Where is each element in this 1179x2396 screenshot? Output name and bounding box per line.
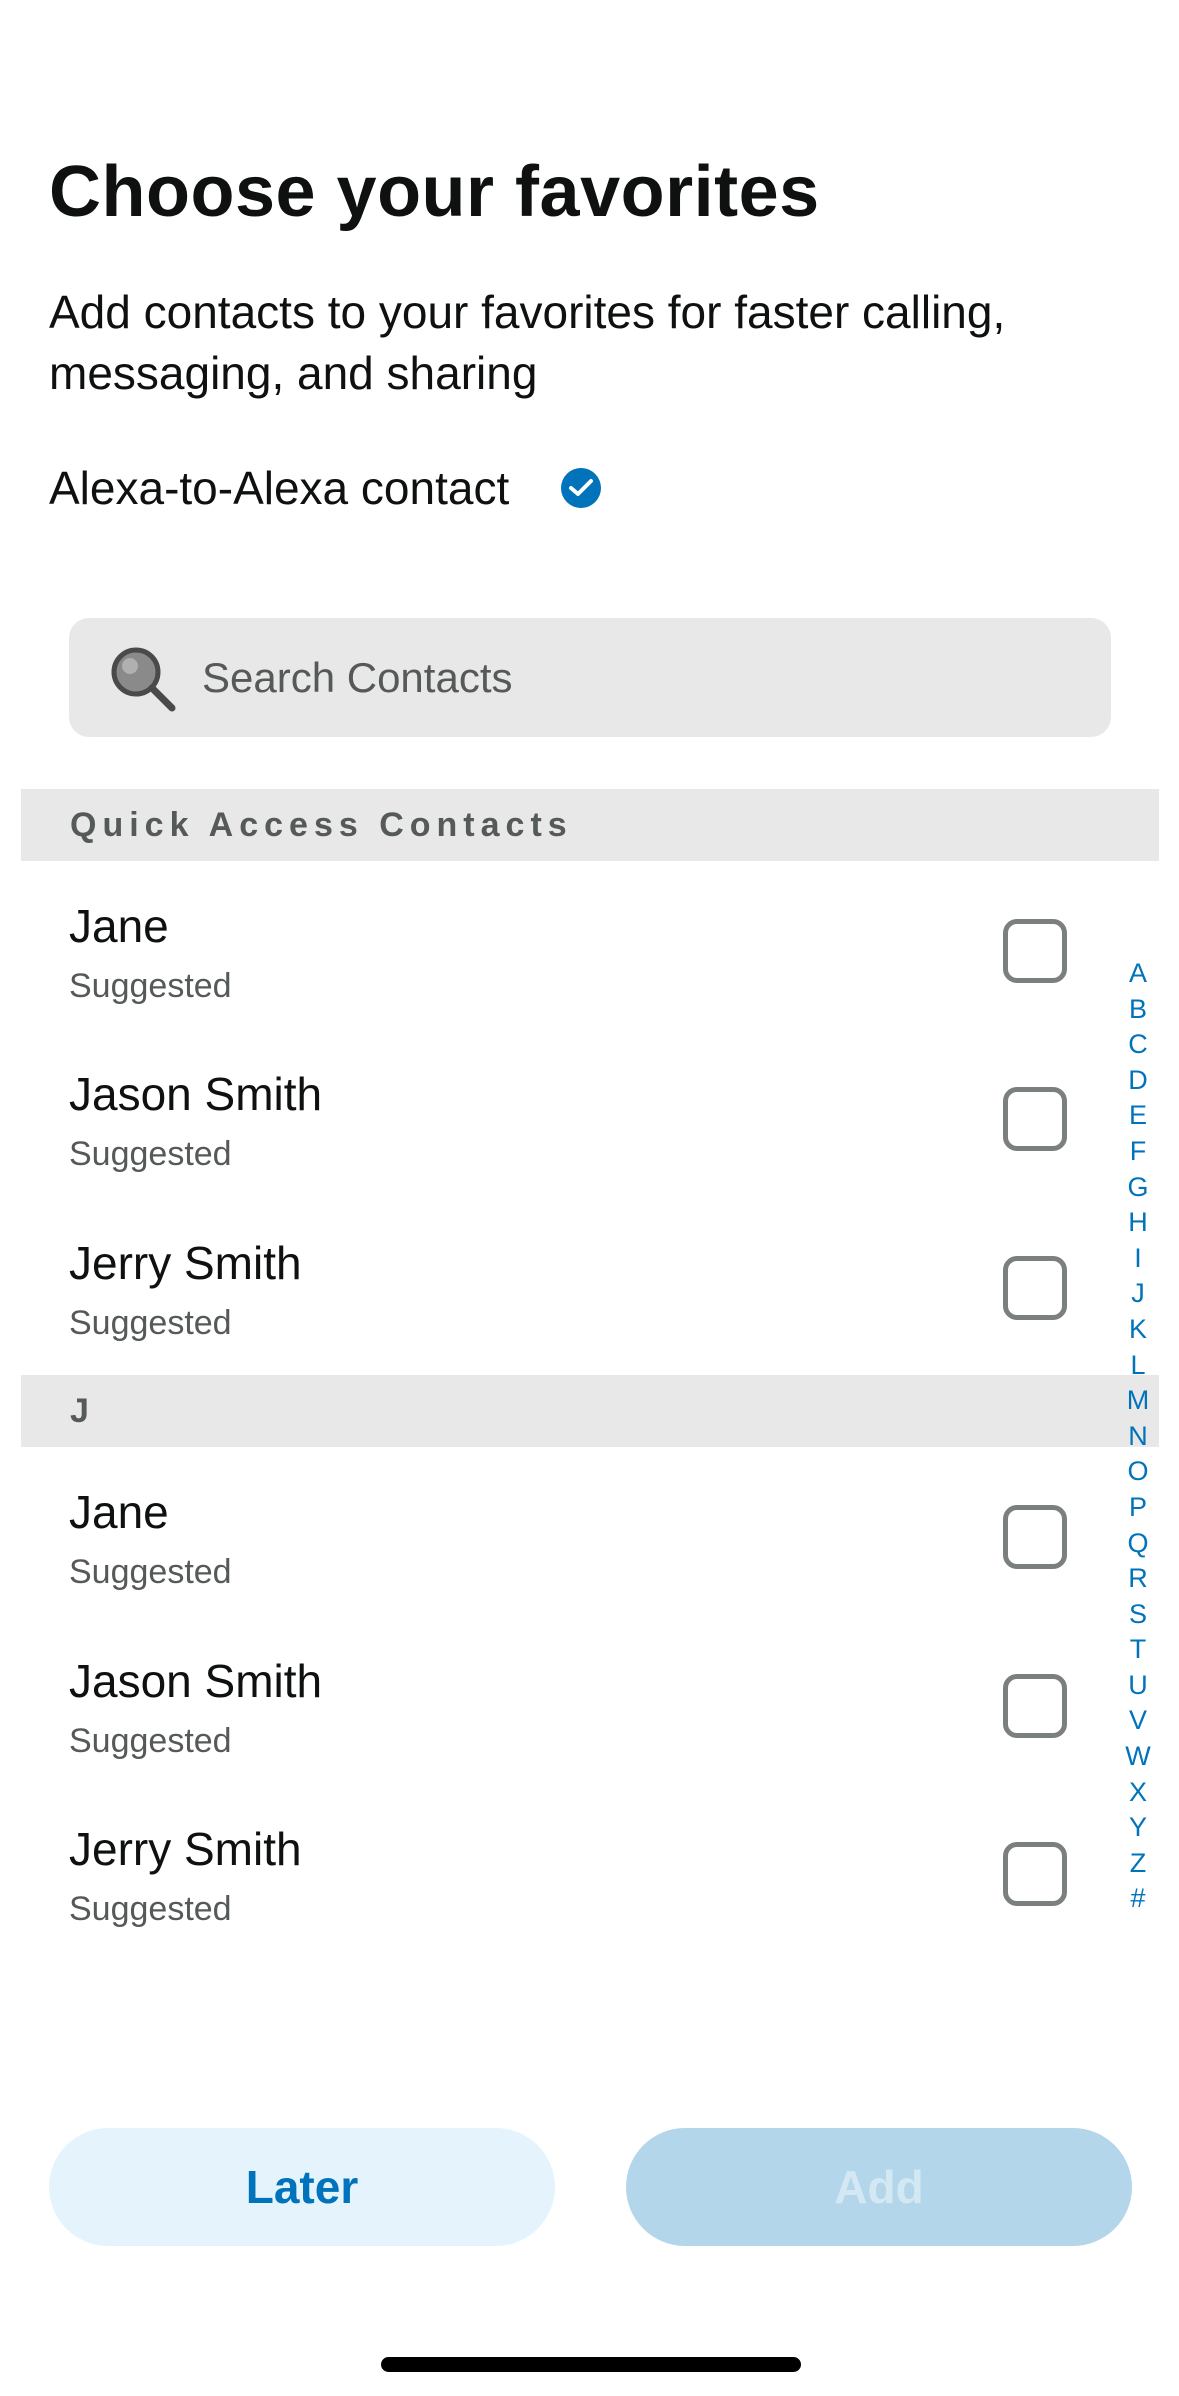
home-indicator [381, 2357, 801, 2372]
alpha-index-letter[interactable]: W [1125, 1739, 1150, 1775]
contact-subtitle: Suggested [69, 1722, 232, 1760]
alpha-index-letter[interactable]: C [1128, 1027, 1148, 1063]
contact-row[interactable]: Jason Smith Suggested [0, 1624, 1100, 1792]
alpha-index-letter[interactable]: U [1128, 1668, 1148, 1704]
alpha-index-letter[interactable]: X [1129, 1775, 1147, 1811]
alpha-index-letter[interactable]: I [1134, 1241, 1142, 1277]
alpha-index-letter[interactable]: R [1128, 1561, 1148, 1597]
alpha-index-letter[interactable]: B [1129, 992, 1147, 1028]
alpha-index-letter[interactable]: S [1129, 1597, 1147, 1633]
alpha-index-letter[interactable]: L [1130, 1348, 1145, 1384]
alpha-index-letter[interactable]: D [1128, 1063, 1148, 1099]
contact-name: Jason Smith [69, 1068, 323, 1120]
alpha-index-letter[interactable]: J [1131, 1276, 1145, 1312]
page-subtitle: Add contacts to your favorites for faste… [49, 286, 1006, 399]
contact-subtitle: Suggested [69, 967, 232, 1005]
contact-name: Jerry Smith [69, 1823, 302, 1875]
contact-subtitle: Suggested [69, 1553, 232, 1591]
alpha-index-letter[interactable]: Y [1129, 1810, 1147, 1846]
section-header-quick-access: Quick Access Contacts [21, 789, 1159, 861]
contact-checkbox[interactable] [1003, 919, 1067, 983]
check-circle-icon [561, 468, 602, 508]
alpha-index-letter[interactable]: E [1129, 1098, 1147, 1134]
contact-row[interactable]: Jerry Smith Suggested [0, 1792, 1100, 1960]
alpha-index-letter[interactable]: K [1129, 1312, 1147, 1348]
page-title: Choose your favorites [49, 152, 820, 232]
alpha-index-letter[interactable]: V [1129, 1703, 1147, 1739]
section-header-j: J [21, 1375, 1159, 1447]
contact-row[interactable]: Jason Smith Suggested [0, 1037, 1100, 1205]
contact-name: Jane [69, 900, 169, 952]
alpha-index-letter[interactable]: # [1130, 1881, 1145, 1917]
contact-name: Jerry Smith [69, 1237, 302, 1289]
contact-name: Jason Smith [69, 1655, 323, 1707]
contact-checkbox[interactable] [1003, 1505, 1067, 1569]
section-header-label: Quick Access Contacts [70, 805, 573, 844]
alpha-index-letter[interactable]: M [1127, 1383, 1150, 1419]
search-bar[interactable] [69, 618, 1111, 737]
contact-row[interactable]: Jerry Smith Suggested [0, 1206, 1100, 1374]
contact-checkbox[interactable] [1003, 1087, 1067, 1151]
alpha-index-letter[interactable]: T [1130, 1632, 1147, 1668]
alphabet-index[interactable]: A B C D E F G H I J K L M N O P Q R S T … [1118, 956, 1158, 1917]
alpha-index-letter[interactable]: A [1129, 956, 1147, 992]
alexa-to-alexa-legend: Alexa-to-Alexa contact [49, 455, 602, 521]
add-button[interactable]: Add [626, 2128, 1132, 2246]
contact-name: Jane [69, 1486, 169, 1538]
contact-subtitle: Suggested [69, 1890, 232, 1928]
search-input[interactable] [200, 636, 1084, 719]
later-button[interactable]: Later [49, 2128, 555, 2246]
alexa-to-alexa-label: Alexa-to-Alexa contact [49, 462, 510, 514]
contact-subtitle: Suggested [69, 1304, 232, 1342]
alpha-index-letter[interactable]: P [1129, 1490, 1147, 1526]
alpha-index-letter[interactable]: H [1128, 1205, 1148, 1241]
contact-row[interactable]: Jane Suggested [0, 869, 1100, 1037]
contact-subtitle: Suggested [69, 1135, 232, 1173]
alpha-index-letter[interactable]: N [1128, 1419, 1148, 1455]
alpha-index-letter[interactable]: Z [1130, 1846, 1147, 1882]
alpha-index-letter[interactable]: Q [1127, 1526, 1148, 1562]
contact-checkbox[interactable] [1003, 1842, 1067, 1906]
contact-row[interactable]: Jane Suggested [0, 1455, 1100, 1623]
search-icon [106, 642, 178, 714]
alpha-index-letter[interactable]: G [1127, 1170, 1148, 1206]
alpha-index-letter[interactable]: F [1130, 1134, 1147, 1170]
contact-checkbox[interactable] [1003, 1674, 1067, 1738]
section-header-label: J [70, 1391, 95, 1430]
alpha-index-letter[interactable]: O [1127, 1454, 1148, 1490]
contact-checkbox[interactable] [1003, 1256, 1067, 1320]
